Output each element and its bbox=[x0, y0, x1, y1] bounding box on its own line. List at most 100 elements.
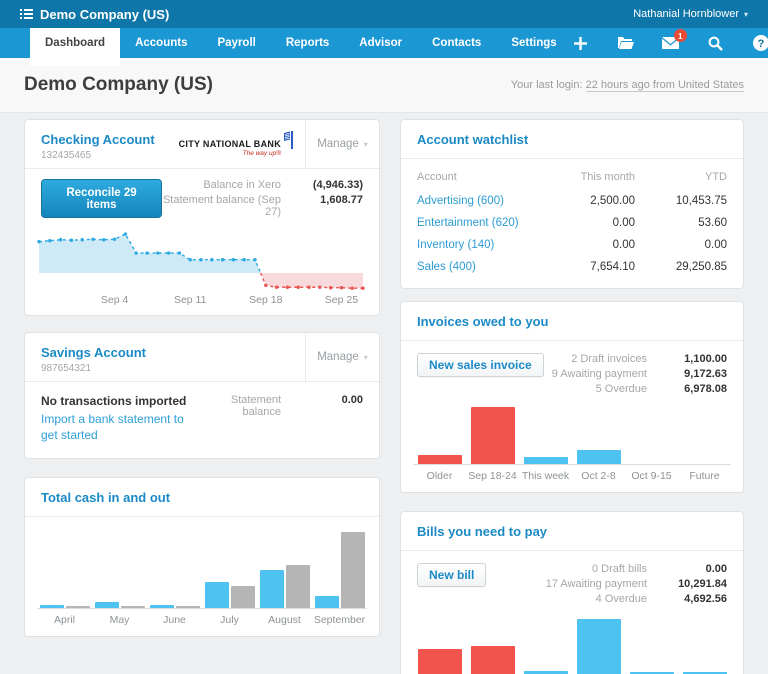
bar-label: May bbox=[92, 614, 147, 626]
watchlist-row: Advertising (600) 2,500.00 10,453.75 bbox=[417, 190, 727, 212]
last-login-link[interactable]: 22 hours ago from United States bbox=[586, 79, 744, 92]
tab-payroll[interactable]: Payroll bbox=[202, 28, 270, 58]
bar-label: April bbox=[37, 614, 92, 626]
page-title: Demo Company (US) bbox=[24, 74, 213, 96]
bar-label: This week bbox=[519, 470, 572, 482]
add-icon[interactable] bbox=[572, 34, 590, 52]
checking-account-card: Checking Account 132435465 CITY NATIONAL… bbox=[24, 119, 380, 316]
new-bill-button[interactable]: New bill bbox=[417, 563, 486, 587]
bar-label: Older bbox=[413, 470, 466, 482]
bar-april bbox=[40, 605, 64, 608]
tab-settings[interactable]: Settings bbox=[496, 28, 571, 58]
bills-to-pay-card: Bills you need to pay New bill 0 Draft b… bbox=[400, 511, 744, 674]
total-cash-chart: AprilMayJuneJulyAugustSeptember bbox=[25, 517, 379, 636]
bills-chart: OlderSep 18-24This weekOct 2-8Oct 9-15Fu… bbox=[401, 607, 743, 674]
checking-balance-chart: Sep 4Sep 11Sep 18Sep 25 bbox=[25, 222, 379, 315]
balance-in-xero-value: (4,946.33) bbox=[291, 179, 363, 191]
overdue-value: 6,978.08 bbox=[657, 383, 727, 395]
page-header: Demo Company (US) Your last login: 22 ho… bbox=[0, 58, 768, 113]
checking-manage-dropdown[interactable]: Manage ▾ bbox=[305, 120, 379, 168]
watchlist-row: Sales (400) 7,654.10 29,250.85 bbox=[417, 256, 727, 278]
savings-account-link[interactable]: Savings Account bbox=[41, 345, 146, 360]
watchlist-this-month: 0.00 bbox=[535, 217, 635, 229]
tab-contacts[interactable]: Contacts bbox=[417, 28, 496, 58]
watchlist-ytd: 53.60 bbox=[635, 217, 727, 229]
watchlist-row: Inventory (140) 0.00 0.00 bbox=[417, 234, 727, 256]
watchlist-header-row: Account This month YTD bbox=[417, 165, 727, 190]
bar-september bbox=[315, 596, 339, 608]
bar-label: July bbox=[202, 614, 257, 626]
invoices-title[interactable]: Invoices owed to you bbox=[417, 314, 548, 329]
new-sales-invoice-button[interactable]: New sales invoice bbox=[417, 353, 544, 377]
watchlist-row: Entertainment (620) 0.00 53.60 bbox=[417, 212, 727, 234]
account-watchlist-card: Account watchlist Account This month YTD… bbox=[400, 119, 744, 289]
user-menu[interactable]: Nathanial Hornblower ▾ bbox=[633, 8, 748, 20]
draft-invoices-value: 1,100.00 bbox=[657, 353, 727, 365]
col-ytd: YTD bbox=[635, 171, 727, 183]
bar-label: Sep 18-24 bbox=[466, 470, 519, 482]
x-tick-label: Sep 18 bbox=[249, 294, 282, 306]
total-cash-title[interactable]: Total cash in and out bbox=[41, 490, 170, 505]
watchlist-title[interactable]: Account watchlist bbox=[417, 132, 528, 147]
tab-dashboard[interactable]: Dashboard bbox=[30, 28, 120, 66]
search-icon[interactable] bbox=[707, 34, 725, 52]
last-login: Your last login: 22 hours ago from Unite… bbox=[511, 79, 744, 91]
tab-advisor[interactable]: Advisor bbox=[344, 28, 417, 58]
last-login-prefix: Your last login: bbox=[511, 79, 583, 91]
svg-text:?: ? bbox=[757, 38, 764, 50]
chevron-down-icon: ▾ bbox=[364, 353, 368, 362]
top-bar: Demo Company (US) Nathanial Hornblower ▾ bbox=[0, 0, 768, 28]
tab-reports[interactable]: Reports bbox=[271, 28, 344, 58]
invoices-chart: OlderSep 18-24This weekOct 2-8Oct 9-15Fu… bbox=[401, 397, 743, 492]
draft-bills-value: 0.00 bbox=[657, 563, 727, 575]
bar-april bbox=[66, 606, 90, 608]
col-account: Account bbox=[417, 171, 535, 183]
reconcile-button[interactable]: Reconcile 29 items bbox=[41, 179, 162, 218]
draft-invoices-label: 2 Draft invoices bbox=[552, 353, 647, 365]
chevron-down-icon: ▾ bbox=[364, 140, 368, 149]
bar-september bbox=[341, 532, 365, 608]
import-statement-link[interactable]: Import a bank statement to get started bbox=[41, 412, 201, 443]
bar-label: Future bbox=[678, 470, 731, 482]
watchlist-account-link[interactable]: Entertainment (620) bbox=[417, 217, 519, 229]
statement-balance-label: Statement balance (Sep 27) bbox=[162, 194, 281, 218]
user-name: Nathanial Hornblower bbox=[633, 8, 739, 20]
watchlist-account-link[interactable]: Inventory (140) bbox=[417, 239, 494, 251]
checking-account-number: 132435465 bbox=[41, 150, 179, 161]
mail-icon[interactable]: 1 bbox=[662, 34, 680, 52]
bills-title[interactable]: Bills you need to pay bbox=[417, 524, 547, 539]
savings-statement-value: 0.00 bbox=[291, 394, 363, 418]
checking-account-link[interactable]: Checking Account bbox=[41, 132, 155, 147]
balance-in-xero-label: Balance in Xero bbox=[162, 179, 281, 191]
bar-label: August bbox=[257, 614, 312, 626]
watchlist-account-link[interactable]: Sales (400) bbox=[417, 261, 476, 273]
manage-label: Manage bbox=[317, 351, 359, 363]
manage-label: Manage bbox=[317, 138, 359, 150]
bank-tagline: The way up® bbox=[179, 150, 281, 157]
bar-may bbox=[95, 602, 119, 608]
savings-manage-dropdown[interactable]: Manage ▾ bbox=[305, 333, 379, 381]
bar-july bbox=[231, 586, 255, 608]
bar-label: June bbox=[147, 614, 202, 626]
tab-accounts[interactable]: Accounts bbox=[120, 28, 202, 58]
bar-sep-18-24 bbox=[471, 407, 515, 464]
bar-june bbox=[176, 606, 200, 608]
bar-label: Oct 2-8 bbox=[572, 470, 625, 482]
org-switcher[interactable]: Demo Company (US) bbox=[20, 7, 169, 22]
files-icon[interactable] bbox=[617, 34, 635, 52]
x-tick-label: Sep 11 bbox=[174, 294, 207, 306]
help-icon[interactable]: ? bbox=[752, 34, 768, 52]
watchlist-ytd: 10,453.75 bbox=[635, 195, 727, 207]
total-cash-card: Total cash in and out AprilMayJuneJulyAu… bbox=[24, 477, 380, 637]
mail-badge: 1 bbox=[674, 29, 687, 42]
no-transactions-text: No transactions imported bbox=[41, 394, 207, 408]
col-this-month: This month bbox=[535, 171, 635, 183]
x-tick-label: Sep 4 bbox=[101, 294, 129, 306]
watchlist-this-month: 2,500.00 bbox=[535, 195, 635, 207]
savings-statement-label: Statement balance bbox=[207, 394, 281, 418]
awaiting-payment-label: 17 Awaiting payment bbox=[546, 578, 647, 590]
watchlist-account-link[interactable]: Advertising (600) bbox=[417, 195, 504, 207]
bar-august bbox=[260, 570, 284, 608]
bar-may bbox=[121, 606, 145, 608]
watchlist-ytd: 29,250.85 bbox=[635, 261, 727, 273]
